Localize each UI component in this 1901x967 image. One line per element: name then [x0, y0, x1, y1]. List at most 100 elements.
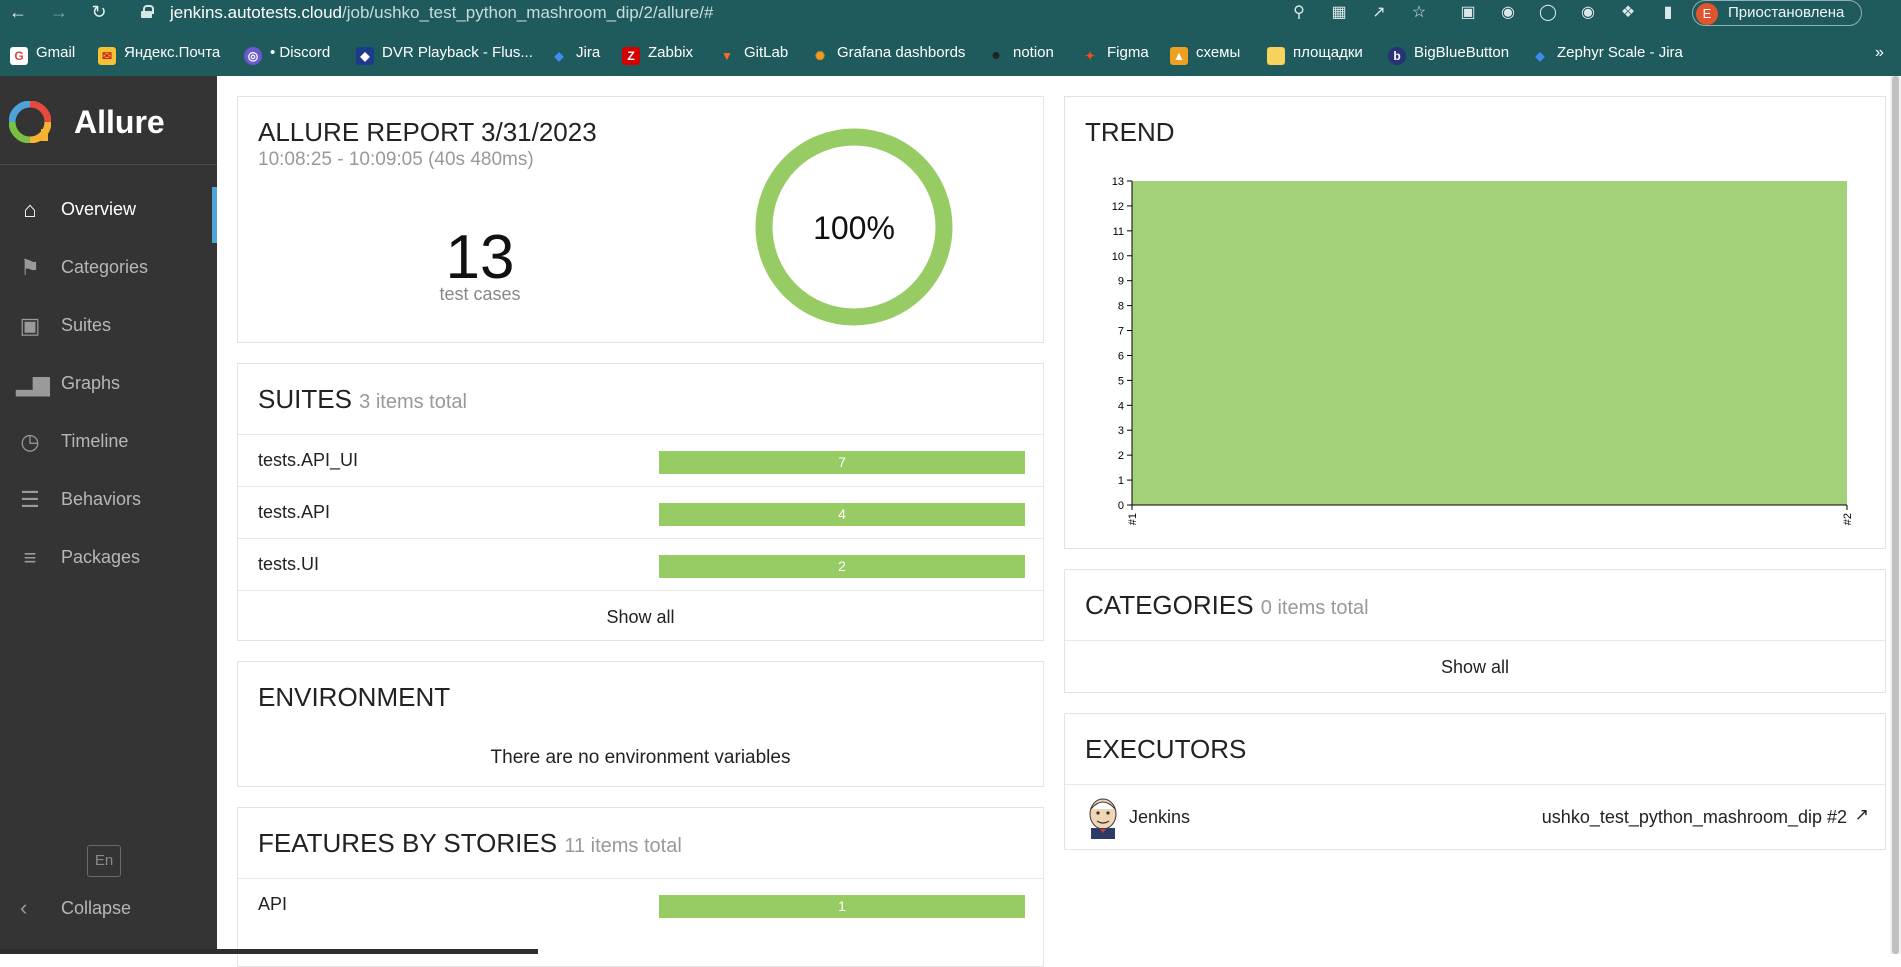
- sidebar-item-label: Categories: [61, 257, 149, 277]
- bookmark-label: Jira: [576, 44, 601, 61]
- suites-show-all-link[interactable]: Show all: [238, 590, 1043, 642]
- puzzle-icon[interactable]: ❖: [1617, 2, 1639, 24]
- clock-icon: ◷: [20, 429, 40, 454]
- bookmark-platforms[interactable]: ■ площадки: [1267, 42, 1363, 65]
- bookmark-gmail[interactable]: G Gmail: [10, 42, 76, 65]
- categories-title: CATEGORIES: [1085, 590, 1254, 620]
- bookmark-notion[interactable]: ● notion: [987, 42, 1054, 64]
- sidebar-item-categories[interactable]: ⚑ Categories: [0, 245, 217, 291]
- report-time: 10:08:25 - 10:09:05 (40s 480ms): [258, 149, 534, 170]
- align-left-icon: ≡: [23, 545, 37, 570]
- bomb-icon: ●: [991, 47, 1001, 64]
- bookmark-jira[interactable]: ◆ Jira: [550, 42, 600, 64]
- suite-passed-bar: 4: [659, 503, 1025, 526]
- flag-icon: ⚑: [20, 255, 40, 280]
- sidepanel-icon[interactable]: ▮: [1657, 2, 1679, 24]
- sidebar-item-label: Graphs: [61, 373, 121, 393]
- table-row[interactable]: tests.UI 2: [238, 538, 1043, 590]
- share-icon[interactable]: ↗: [1368, 2, 1390, 24]
- extension-3-icon[interactable]: ◉: [1577, 2, 1599, 24]
- brand-name: Allure: [74, 104, 165, 140]
- bookmark-yandex-mail[interactable]: ✉ Яндекс.Почта: [98, 42, 220, 65]
- executor-build-link[interactable]: ushko_test_python_mashroom_dip #2: [1542, 807, 1847, 828]
- bookmark-gitlab[interactable]: ▼ GitLab: [718, 42, 788, 64]
- gitlab-icon: ▼: [721, 49, 733, 63]
- home-icon: ⌂: [23, 197, 37, 222]
- jenkins-avatar-icon: [1089, 798, 1117, 839]
- suites-subtitle: 3 items total: [359, 391, 467, 413]
- bookmark-label: Gmail: [36, 44, 76, 61]
- profile-button[interactable]: E Приостановлена: [1692, 0, 1862, 26]
- bookmark-grafana[interactable]: ✺ Grafana dashbords: [811, 42, 965, 64]
- translate-icon[interactable]: ▦: [1328, 2, 1350, 24]
- collapse-button[interactable]: ‹ Collapse: [0, 889, 217, 925]
- y-tick-label: 0: [1118, 500, 1124, 512]
- scrollbar-thumb[interactable]: [1892, 76, 1899, 954]
- folder-icon: ■: [1267, 47, 1285, 65]
- key-icon[interactable]: ⚲: [1288, 2, 1310, 24]
- bookmark-figma[interactable]: ✦ Figma: [1081, 42, 1149, 64]
- lock-icon[interactable]: [141, 5, 154, 18]
- jira-icon: ◆: [1535, 49, 1545, 63]
- y-tick-label: 11: [1113, 226, 1124, 238]
- y-tick-label: 12: [1112, 201, 1124, 213]
- features-title: FEATURES BY STORIES: [258, 828, 558, 858]
- suites-widget: SUITES 3 items total tests.API_UI 7 test…: [237, 363, 1044, 641]
- executor-name: Jenkins: [1129, 807, 1191, 827]
- bookmark-schemes[interactable]: ▲ схемы: [1170, 42, 1240, 65]
- test-count-label: test cases: [439, 284, 521, 304]
- feature-passed-bar: 1: [659, 895, 1025, 918]
- sidebar-item-timeline[interactable]: ◷ Timeline: [0, 419, 217, 465]
- external-link-icon[interactable]: ↗: [1855, 805, 1869, 825]
- horizontal-scrollbar[interactable]: [0, 949, 538, 954]
- list-icon: ☰: [20, 487, 40, 512]
- suite-passed-bar: 7: [659, 451, 1025, 474]
- language-switch[interactable]: En: [87, 845, 121, 877]
- star-icon[interactable]: ☆: [1408, 2, 1430, 24]
- table-row[interactable]: tests.API 4: [238, 486, 1043, 538]
- table-row[interactable]: API 1: [238, 878, 1043, 930]
- globe-icon[interactable]: ◯: [1537, 2, 1559, 24]
- categories-title-wrap: CATEGORIES 0 items total: [1085, 590, 1369, 621]
- bbb-icon: b: [1388, 47, 1406, 65]
- y-tick-label: 4: [1118, 400, 1124, 412]
- extension-1-icon[interactable]: ▣: [1457, 2, 1479, 24]
- address-bar: ← → ↻ jenkins.autotests.cloud/job/ushko_…: [0, 0, 1901, 26]
- categories-show-all-link[interactable]: Show all: [1065, 640, 1885, 692]
- zabbix-icon: Z: [622, 47, 640, 65]
- sidebar-item-graphs[interactable]: ▂▆ Graphs: [0, 361, 217, 407]
- reload-icon[interactable]: ↻: [88, 2, 110, 24]
- extension-2-icon[interactable]: ◉: [1497, 2, 1519, 24]
- bookmarks-more-icon[interactable]: »: [1875, 44, 1884, 62]
- suites-title-wrap: SUITES 3 items total: [258, 384, 467, 415]
- pass-rate-donut: 100%: [755, 128, 953, 326]
- sidebar-item-suites[interactable]: ▣ Suites: [0, 303, 217, 349]
- back-icon[interactable]: ←: [7, 2, 29, 24]
- bookmark-discord[interactable]: ◎ • Discord: [244, 42, 330, 65]
- jira-icon: ◆: [554, 49, 564, 63]
- bookmark-zephyr[interactable]: ◆ Zephyr Scale - Jira: [1531, 42, 1683, 64]
- features-subtitle: 11 items total: [564, 835, 682, 857]
- vertical-scrollbar[interactable]: [1890, 76, 1901, 954]
- bookmark-dvr[interactable]: ◆ DVR Playback - Flus...: [356, 42, 533, 65]
- table-row[interactable]: tests.API_UI 7: [238, 434, 1043, 486]
- y-tick-label: 5: [1118, 375, 1124, 387]
- sidebar-item-label: Behaviors: [61, 489, 142, 509]
- sidebar-item-behaviors[interactable]: ☰ Behaviors: [0, 477, 217, 523]
- sidebar-item-packages[interactable]: ≡ Packages: [0, 535, 217, 581]
- discord-icon: ◎: [244, 47, 262, 65]
- bookmark-label: Grafana dashbords: [837, 44, 966, 61]
- brand[interactable]: Allure: [0, 76, 217, 165]
- profile-avatar: E: [1696, 3, 1718, 25]
- url-path: /job/ushko_test_python_mashroom_dip/2/al…: [342, 3, 714, 22]
- mail-icon: ✉: [98, 47, 116, 65]
- bookmark-bigbluebutton[interactable]: b BigBlueButton: [1388, 42, 1509, 65]
- bookmark-zabbix[interactable]: Z Zabbix: [622, 42, 693, 65]
- y-tick-label: 6: [1118, 350, 1124, 362]
- bookmark-label: Zephyr Scale - Jira: [1557, 44, 1683, 61]
- bookmark-label: GitLab: [744, 44, 789, 61]
- forward-icon[interactable]: →: [48, 2, 70, 24]
- x-tick-label: #1: [1127, 513, 1139, 525]
- sidebar-item-overview[interactable]: ⌂ Overview: [0, 187, 217, 243]
- url-field[interactable]: jenkins.autotests.cloud/job/ushko_test_p…: [170, 2, 713, 23]
